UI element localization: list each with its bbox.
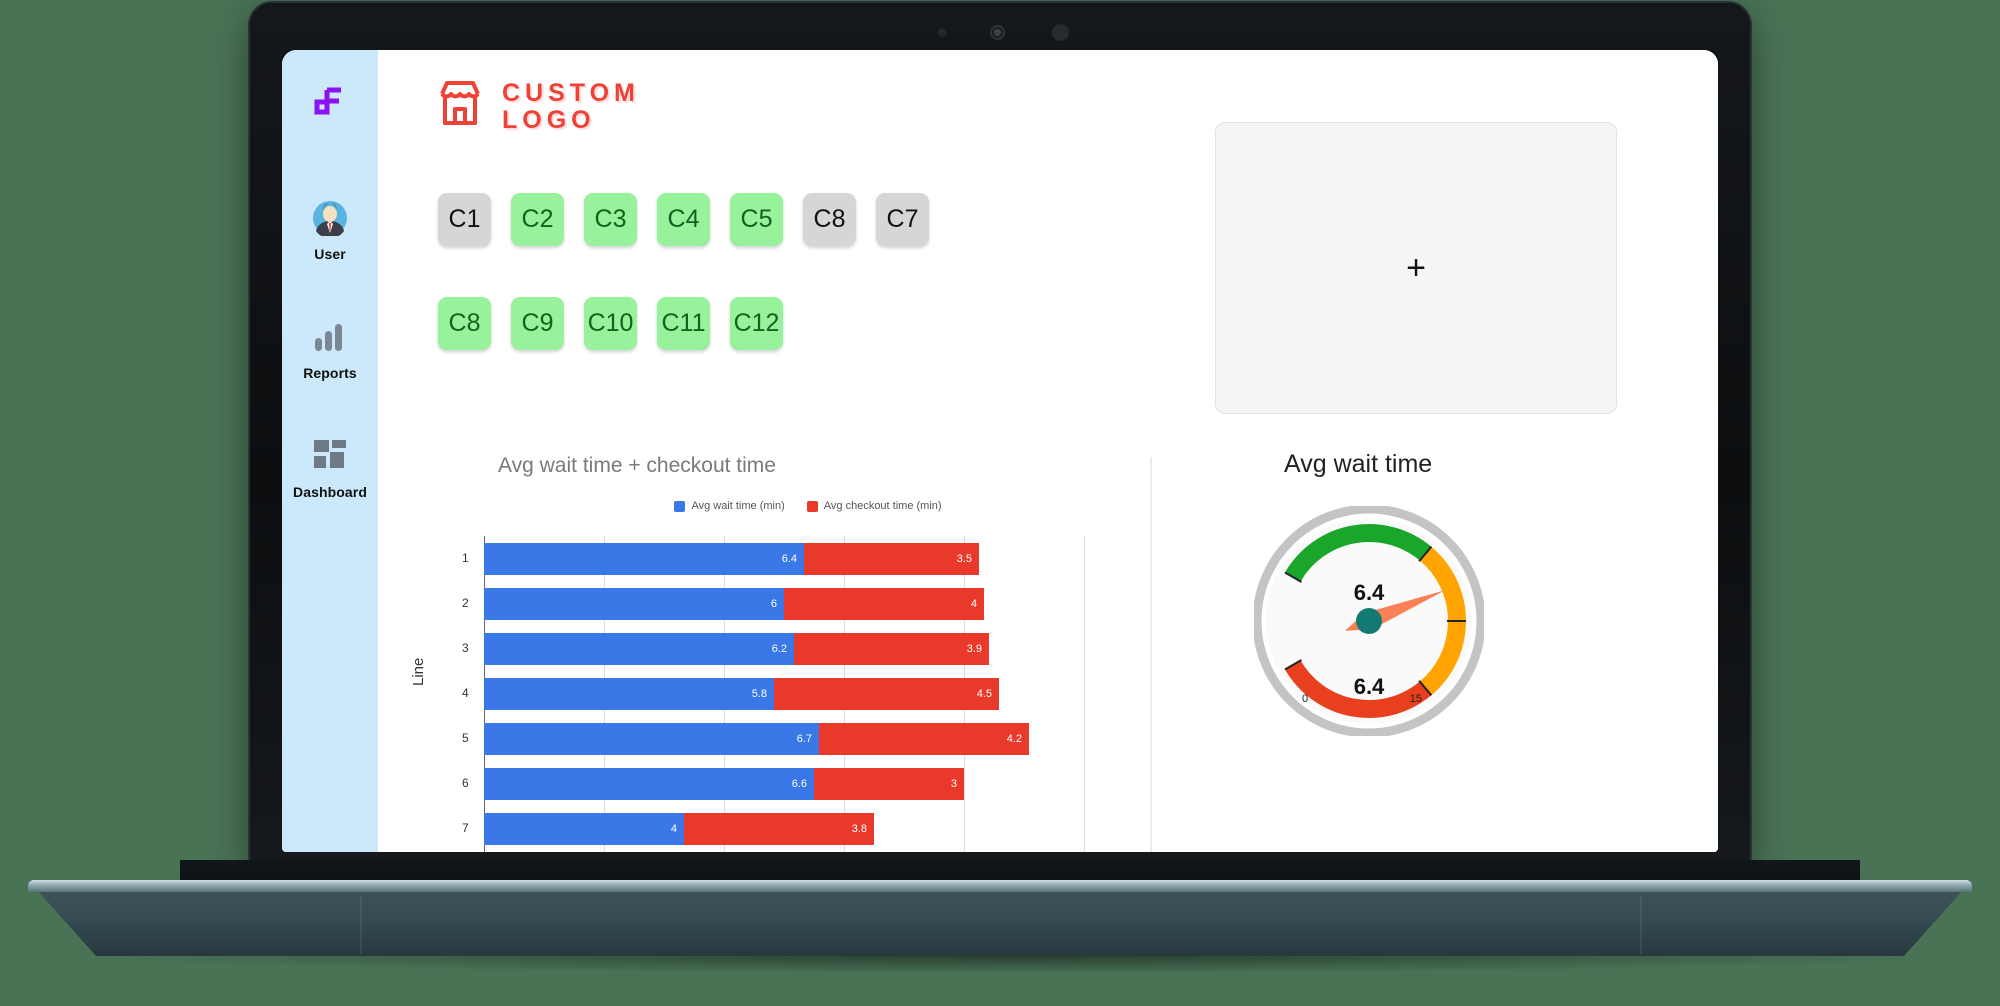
laptop-base (20, 860, 1980, 974)
legend-swatch-red (806, 500, 818, 512)
chip-c8[interactable]: C8 (438, 297, 491, 350)
sensor-dot-large-icon (1052, 24, 1069, 41)
laptop-base-lip (28, 880, 1972, 892)
storefront-icon (434, 78, 486, 135)
logo-line-1: CUSTOM (502, 79, 640, 107)
bar-chart-title: Avg wait time + checkout time (498, 454, 776, 477)
sidebar: User Reports Dashboard (282, 50, 378, 852)
legend-item: Avg wait time (min) (674, 500, 785, 512)
bar-row-tick-label: 1 (462, 550, 469, 565)
chip-row-1: C1 C2 C3 C4 C5 C8 C7 (438, 193, 929, 246)
sidebar-item-dashboard[interactable]: Dashboard (293, 435, 367, 500)
chip-row-2: C8 C9 C10 C11 C12 (438, 297, 783, 350)
app-viewport: User Reports Dashboard CUSTOM LOGO C1 C2… (282, 50, 1718, 852)
chip-c9[interactable]: C9 (511, 297, 564, 350)
bar-chart-legend: Avg wait time (min) Avg checkout time (m… (478, 500, 1138, 512)
bar-row: 3 6.2 3.9 (462, 632, 1084, 665)
bar-row-tick-label: 5 (462, 731, 469, 746)
bar-chart-icon (312, 316, 348, 358)
bar-chart-rows: 1 6.4 3.5 2 6 4 3 6.2 3.9 4 5.8 4.5 5 6.7 4.2 6 6.6 3 7 4 3.… (462, 536, 1084, 852)
user-avatar-icon (312, 197, 348, 239)
chip-c3[interactable]: C3 (584, 193, 637, 246)
bar-segment: 5.8 (484, 678, 774, 710)
bar-chart-panel: Avg wait time + checkout time Avg wait t… (410, 450, 1138, 852)
bar-row: 1 6.4 3.5 (462, 542, 1084, 575)
bar-row: 7 4 3.8 (462, 813, 1084, 846)
sidebar-item-label: Reports (303, 365, 357, 381)
main-content: CUSTOM LOGO C1 C2 C3 C4 C5 C8 C7 C8 C9 C10 C11 C12… (378, 50, 1718, 852)
bar-row-tick-label: 4 (462, 686, 469, 700)
bar-segment: 6.2 (484, 632, 794, 665)
bar-segment: 6.4 (484, 542, 804, 575)
bar-row: 6 6.6 3 (462, 768, 1084, 801)
legend-item: Avg checkout time (min) (806, 500, 942, 512)
legend-label: Avg checkout time (min) (823, 500, 942, 512)
sidebar-item-label: Dashboard (292, 484, 368, 500)
dashboard-grid-icon (313, 435, 347, 477)
chip-c11[interactable]: C11 (657, 297, 710, 350)
bar-segment: 4.5 (774, 678, 999, 710)
sidebar-item-reports[interactable]: Reports (303, 316, 357, 381)
bar-segment: 6.7 (484, 723, 819, 756)
bar-row-tick-label: 7 (462, 821, 469, 836)
chip-c7[interactable]: C7 (876, 193, 929, 246)
bar-chart-y-axis-label: Line (410, 657, 427, 686)
bar-segment: 4.2 (819, 723, 1029, 756)
bar-segment: 3.5 (804, 542, 979, 575)
gauge-chart: 6.4 6.4 0 15 (1252, 504, 1486, 738)
brand-logo-icon[interactable] (309, 80, 351, 127)
dashboard-app: User Reports Dashboard CUSTOM LOGO C1 C2… (282, 50, 1718, 852)
empty-widget-card[interactable]: + (1215, 122, 1617, 414)
sensor-dot-icon (938, 28, 947, 37)
bar-segment: 4 (484, 813, 684, 846)
legend-swatch-blue (674, 500, 686, 512)
bar-row: 4 5.8 4.5 (462, 678, 1084, 710)
webcam-icon (990, 25, 1005, 40)
bar-segment: 4 (784, 587, 984, 620)
gauge-panel: Avg wait time 6.4 6.4 0 15 (1168, 450, 1718, 852)
chip-c8[interactable]: C8 (803, 193, 856, 246)
bar-row-tick-label: 6 (462, 776, 469, 791)
bar-segment: 6 (484, 587, 784, 620)
bar-segment: 3 (814, 768, 964, 801)
custom-logo: CUSTOM LOGO (434, 78, 640, 135)
webcam-sensor-cluster (930, 24, 1090, 42)
gauge-value-top: 6.4 (1353, 580, 1385, 605)
chip-c12[interactable]: C12 (730, 297, 783, 350)
chip-c5[interactable]: C5 (730, 193, 783, 246)
bar-row: 264 (462, 587, 1084, 620)
chip-c2[interactable]: C2 (511, 193, 564, 246)
bar-row-tick-label: 3 (462, 640, 469, 655)
logo-line-2: LOGO (502, 105, 596, 134)
laptop-screen: User Reports Dashboard CUSTOM LOGO C1 C2… (282, 50, 1718, 852)
bar-row: 5 6.7 4.2 (462, 723, 1084, 756)
chip-c1[interactable]: C1 (438, 193, 491, 246)
sidebar-item-label: User (314, 246, 346, 262)
panel-divider (1150, 457, 1152, 852)
sidebar-item-user[interactable]: User (312, 197, 348, 262)
base-edge-right (1640, 896, 1642, 954)
gauge-value-bottom: 6.4 (1353, 674, 1385, 699)
plus-icon[interactable]: + (1406, 251, 1426, 285)
legend-label: Avg wait time (min) (691, 500, 785, 512)
base-edge-left (360, 896, 362, 954)
bar-chart-grid: 1 6.4 3.5 2 6 4 3 6.2 3.9 4 5.8 4.5 5 6.7 4.2 6 6.6 3 7 4 3.… (462, 536, 1085, 852)
bar-segment: 3.9 (794, 632, 989, 665)
screenshot-stage: User Reports Dashboard CUSTOM LOGO C1 C2… (0, 0, 2000, 1006)
chip-c4[interactable]: C4 (657, 193, 710, 246)
gridline (1084, 536, 1085, 852)
laptop-shadow (80, 956, 1960, 974)
bar-row-tick-label: 2 (462, 595, 469, 610)
bar-chart-plot: Line 1 6.4 3.5 2 6 4 3 6.2 3.9 4 5.8 4.5 5 6.7 4.2 6 6.6… (410, 536, 1138, 852)
gauge-title: Avg wait time (1284, 450, 1433, 478)
bar-segment: 3.8 (684, 813, 874, 846)
chip-c10[interactable]: C10 (584, 297, 637, 350)
bar-segment: 6.6 (484, 768, 814, 801)
